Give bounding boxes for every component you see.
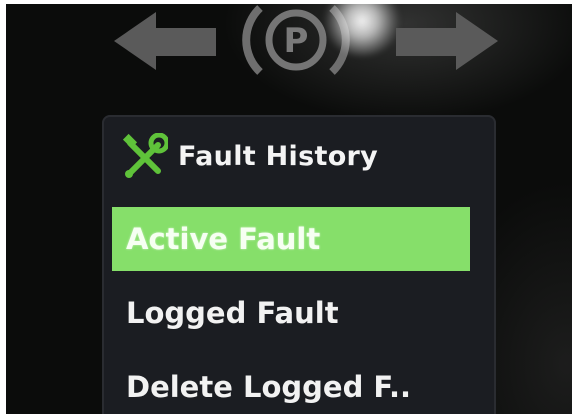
right-arrow-icon [396, 12, 498, 70]
indicator-bar: P [6, 4, 572, 84]
menu-item-active-fault[interactable]: Active Fault [112, 207, 470, 271]
menu-item-delete-logged-fault[interactable]: Delete Logged F.. [112, 355, 470, 414]
menu-title: Fault History [178, 141, 379, 172]
menu-header: Fault History [116, 129, 486, 181]
dashboard-photo: P Fault History Active Fault Logged Faul… [6, 4, 572, 414]
park-brake-letter: P [284, 21, 309, 61]
menu-item-logged-fault[interactable]: Logged Fault [112, 281, 470, 345]
left-arrow-icon [114, 12, 216, 70]
tools-icon [122, 133, 168, 178]
display-screen: Fault History Active Fault Logged Fault … [102, 115, 496, 414]
